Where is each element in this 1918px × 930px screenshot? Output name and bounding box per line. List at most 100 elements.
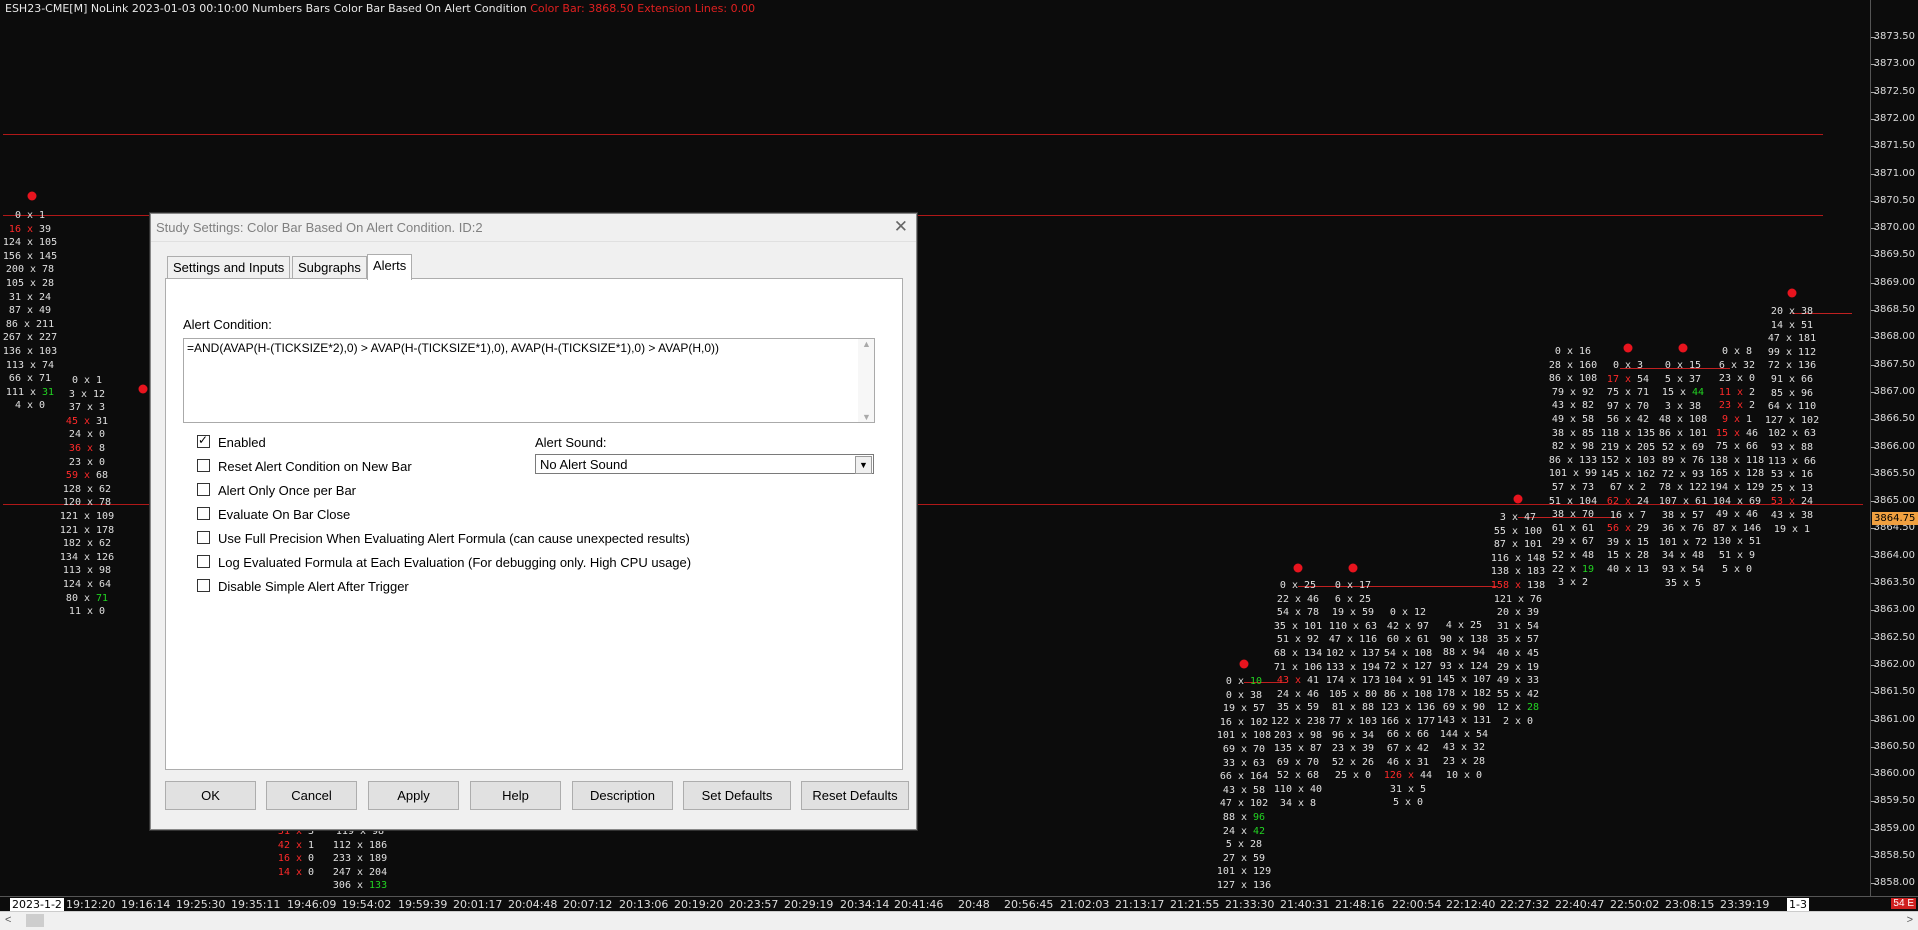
time-label: 20:01:17 (453, 898, 503, 911)
scroll-left-icon[interactable]: < (5, 914, 11, 926)
bar-cell: 15 x 44 (1661, 387, 1705, 399)
checkbox-box[interactable] (197, 531, 210, 544)
bar-cell: 24 x 46 (1276, 688, 1320, 700)
bar-cell: 55 x 42 (1496, 688, 1540, 700)
reset-alert-condition-checkbox[interactable]: Reset Alert Condition on New Bar (197, 459, 412, 474)
bar-cell: 86 x 108 (1548, 373, 1598, 385)
bar-cell: 144 x 54 (1439, 728, 1489, 740)
price-label: 3865.50 (1873, 467, 1915, 479)
bar-cell: 93 x 88 (1770, 442, 1814, 453)
bar-cell: 56 x 29 (1606, 523, 1650, 535)
time-label: 20:13:06 (619, 898, 669, 911)
bar-cell: 89 x 76 (1661, 455, 1705, 467)
bar-cell: 45 x 31 (65, 415, 109, 427)
time-label: 2023-1-2 (10, 898, 64, 911)
time-label: 19:35:11 (231, 898, 281, 911)
alert-once-per-bar-checkbox[interactable]: Alert Only Once per Bar (197, 483, 356, 498)
bar-cell: 66 x 71 (8, 373, 52, 385)
alert-input-scrollbar[interactable]: ▲ ▼ (858, 339, 874, 422)
dialog-title-bar[interactable]: Study Settings: Color Bar Based On Alert… (151, 214, 916, 242)
set-defaults-button[interactable]: Set Defaults (683, 781, 791, 810)
price-label: 3869.50 (1873, 249, 1915, 261)
bar-cell: 87 x 146 (1712, 522, 1762, 534)
scroll-thumb[interactable] (26, 914, 44, 927)
bar-cell: 5 x 37 (1664, 373, 1702, 385)
scroll-right-icon[interactable]: > (1907, 914, 1913, 926)
price-label: 3866.00 (1873, 440, 1915, 452)
checkbox-box[interactable] (197, 483, 210, 496)
bar-cell: 134 x 126 (59, 551, 115, 563)
full-precision-checkbox[interactable]: Use Full Precision When Evaluating Alert… (197, 531, 690, 546)
alert-dot-icon (27, 191, 37, 201)
alert-sound-select[interactable]: No Alert Sound ▼ (535, 454, 874, 474)
checkbox-box[interactable] (197, 579, 210, 592)
bar-cell: 36 x 76 (1661, 523, 1705, 535)
tab-alerts[interactable]: Alerts (367, 254, 413, 280)
help-button[interactable]: Help (470, 781, 561, 810)
bar-cell: 78 x 122 (1658, 482, 1708, 494)
tab-subgraphs[interactable]: Subgraphs (292, 256, 367, 279)
time-label: 19:59:39 (398, 898, 448, 911)
scroll-down-icon[interactable]: ▼ (862, 412, 871, 422)
bar-cell: 107 x 61 (1658, 496, 1708, 507)
bar-cell: 62 x 24 (1606, 496, 1650, 507)
horizontal-line[interactable] (3, 134, 1823, 135)
log-evaluated-formula-checkbox[interactable]: Log Evaluated Formula at Each Evaluation… (197, 555, 691, 570)
bar-cell: 59 x 68 (65, 470, 109, 482)
bar-cell: 82 x 98 (1551, 441, 1595, 453)
bar-cell: 75 x 71 (1606, 387, 1650, 399)
reset-defaults-button[interactable]: Reset Defaults (801, 781, 909, 810)
bar-cell: 152 x 103 (1600, 455, 1656, 467)
disable-simple-alert-checkbox[interactable]: Disable Simple Alert After Trigger (197, 579, 409, 594)
close-icon[interactable]: ✕ (894, 217, 908, 237)
bar-cell: 52 x 26 (1331, 756, 1375, 768)
bar-cell: 113 x 74 (5, 359, 55, 371)
tab-settings-and-inputs[interactable]: Settings and Inputs (167, 256, 291, 279)
bar-cell: 24 x 0 (68, 429, 106, 441)
bar-cell: 20 x 38 (1770, 306, 1814, 317)
enabled-checkbox[interactable]: ✓ Enabled (197, 433, 266, 450)
price-label: 3872.50 (1873, 85, 1915, 97)
price-axis[interactable]: 3873.50 3873.00 3872.50 3872.00 3871.50 3871.… (1871, 0, 1918, 896)
bar-cell: 46 x 31 (1386, 756, 1430, 768)
bar-cell: 156 x 145 (2, 250, 58, 262)
checkbox-box[interactable] (197, 555, 210, 568)
bar-cell: 69 x 70 (1276, 756, 1320, 768)
alert-condition-input[interactable]: =AND(AVAP(H-(TICKSIZE*2),0) > AVAP(H-(TI… (183, 338, 875, 423)
chevron-down-icon[interactable]: ▼ (855, 456, 872, 474)
chart-header: ESH23-CME[M] NoLink 2023-01-03 00:10:00 … (5, 2, 755, 15)
bar-cell: 101 x 129 (1216, 866, 1272, 878)
apply-button[interactable]: Apply (368, 781, 459, 810)
bar-cell: 200 x 78 (5, 264, 55, 276)
alert-condition-label: Alert Condition: (183, 317, 272, 332)
bar-cell: 22 x 46 (1276, 593, 1320, 605)
checkbox-box[interactable]: ✓ (197, 433, 210, 448)
time-label: 20:48 (958, 898, 990, 911)
bar-cell: 105 x 28 (5, 278, 55, 289)
bar-cell: 5 x 28 (1225, 839, 1263, 851)
price-label: 3860.00 (1873, 768, 1915, 780)
evaluate-on-bar-close-checkbox[interactable]: Evaluate On Bar Close (197, 507, 350, 522)
bar-cell: 43 x 41 (1276, 675, 1320, 687)
price-label: 3870.00 (1873, 222, 1915, 234)
ok-button[interactable]: OK (165, 781, 256, 810)
price-label: 3872.00 (1873, 112, 1915, 124)
bar-cell: 101 x 99 (1548, 468, 1598, 480)
time-axis[interactable]: 54 E 2023-1-2 19:12:20 19:16:14 19:25:30 19:… (0, 896, 1918, 911)
scroll-up-icon[interactable]: ▲ (862, 339, 871, 349)
bar-cell: 67 x 42 (1386, 743, 1430, 754)
bar-cell: 61 x 61 (1551, 522, 1595, 534)
bar-cell: 87 x 101 (1493, 539, 1543, 551)
bar-cell: 35 x 59 (1276, 702, 1320, 714)
checkbox-box[interactable] (197, 507, 210, 520)
bar-cell: 113 x 66 (1767, 455, 1817, 467)
bar-cell: 36 x 8 (68, 443, 106, 454)
bar-cell: 23 x 39 (1331, 743, 1375, 755)
cancel-button[interactable]: Cancel (266, 781, 357, 810)
bar-cell: 40 x 45 (1496, 648, 1540, 659)
checkbox-box[interactable] (197, 459, 210, 472)
bar-cell: 15 x 28 (1606, 550, 1650, 562)
horizontal-scrollbar[interactable]: < > (0, 911, 1918, 930)
bar-cell: 102 x 137 (1325, 648, 1381, 659)
description-button[interactable]: Description (572, 781, 673, 810)
